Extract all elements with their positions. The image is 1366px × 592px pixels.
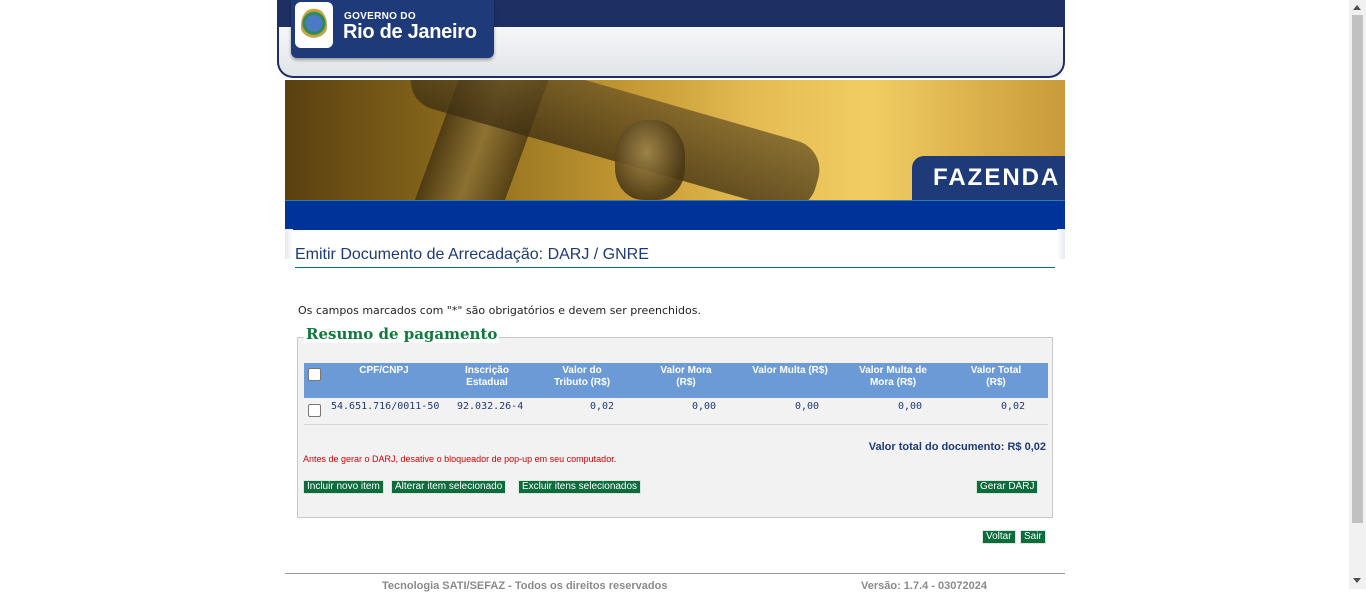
back-button[interactable]: Voltar — [982, 530, 1016, 544]
shade-right — [1057, 229, 1065, 259]
row-divider — [304, 424, 1048, 425]
exit-button[interactable]: Sair — [1020, 530, 1046, 544]
government-logo[interactable]: GOVERNO DO Rio de Janeiro — [291, 0, 494, 58]
scrollbar-thumb[interactable] — [1352, 15, 1363, 523]
column-header-valor-multa: Valor Multa (R$) — [752, 365, 828, 376]
cell-inscricao: 92.032.26-4 — [457, 401, 524, 412]
column-header-valor-multa-mora: Valor Multa de Mora (R$) — [859, 365, 927, 388]
document-total: Valor total do documento: R$ 0,02 — [868, 441, 1046, 453]
scroll-down-icon[interactable] — [1353, 578, 1361, 583]
cell-cpf-cnpj: 54.651.716/0011-50 — [331, 401, 440, 412]
header-banner-image: FAZENDA — [285, 80, 1065, 200]
add-item-button[interactable]: Incluir novo item — [303, 480, 384, 494]
section-title: FAZENDA — [933, 164, 1061, 191]
cell-valor-tributo: 0,02 — [590, 401, 615, 412]
column-header-valor-total: Valor Total (R$) — [970, 365, 1022, 388]
coat-of-arms-icon — [295, 2, 333, 48]
section-tab: FAZENDA — [912, 156, 1065, 200]
footer-version: Versão: 1.7.4 - 03072024 — [861, 580, 987, 592]
delete-items-button[interactable]: Excluir itens selecionados — [518, 480, 642, 494]
footer-divider — [285, 573, 1065, 574]
required-fields-note: Os campos marcados com "*" são obrigatór… — [298, 304, 701, 317]
logo-title: Rio de Janeiro — [343, 21, 477, 43]
header-blue-bar — [285, 200, 1065, 230]
edit-item-button[interactable]: Alterar item selecionado — [391, 480, 507, 494]
footer-copyright: Tecnologia SATI/SEFAZ - Todos os direito… — [382, 580, 668, 592]
scroll-up-icon[interactable] — [1353, 5, 1361, 10]
cell-valor-multa-mora: 0,00 — [898, 401, 923, 412]
cell-valor-mora: 0,00 — [692, 401, 717, 412]
generate-darj-button[interactable]: Gerar DARJ — [976, 480, 1039, 494]
table-header: CPF/CNPJ Inscrição Estadual Valor do Tri… — [304, 363, 1048, 398]
payment-summary-panel: CPF/CNPJ Inscrição Estadual Valor do Tri… — [297, 337, 1053, 518]
cell-valor-total: 0,02 — [1001, 401, 1026, 412]
shade-left — [285, 229, 293, 259]
popup-warning: Antes de gerar o DARJ, desative o bloque… — [303, 454, 617, 464]
summary-legend: Resumo de pagamento — [304, 325, 500, 343]
page-title: Emitir Documento de Arrecadação: DARJ / … — [295, 246, 1055, 268]
page-column: GOVERNO DO Rio de Janeiro FAZENDA Emitir… — [277, 0, 1065, 592]
column-header-inscricao: Inscrição Estadual — [465, 365, 509, 388]
column-header-valor-mora: Valor Mora (R$) — [660, 365, 712, 388]
select-all-checkbox[interactable] — [308, 368, 321, 381]
row-select-checkbox[interactable] — [308, 404, 321, 417]
vertical-scrollbar[interactable] — [1349, 0, 1366, 589]
column-header-cpf: CPF/CNPJ — [359, 365, 409, 376]
cell-valor-multa: 0,00 — [795, 401, 820, 412]
column-header-valor-tributo: Valor do Tributo (R$) — [553, 365, 611, 388]
